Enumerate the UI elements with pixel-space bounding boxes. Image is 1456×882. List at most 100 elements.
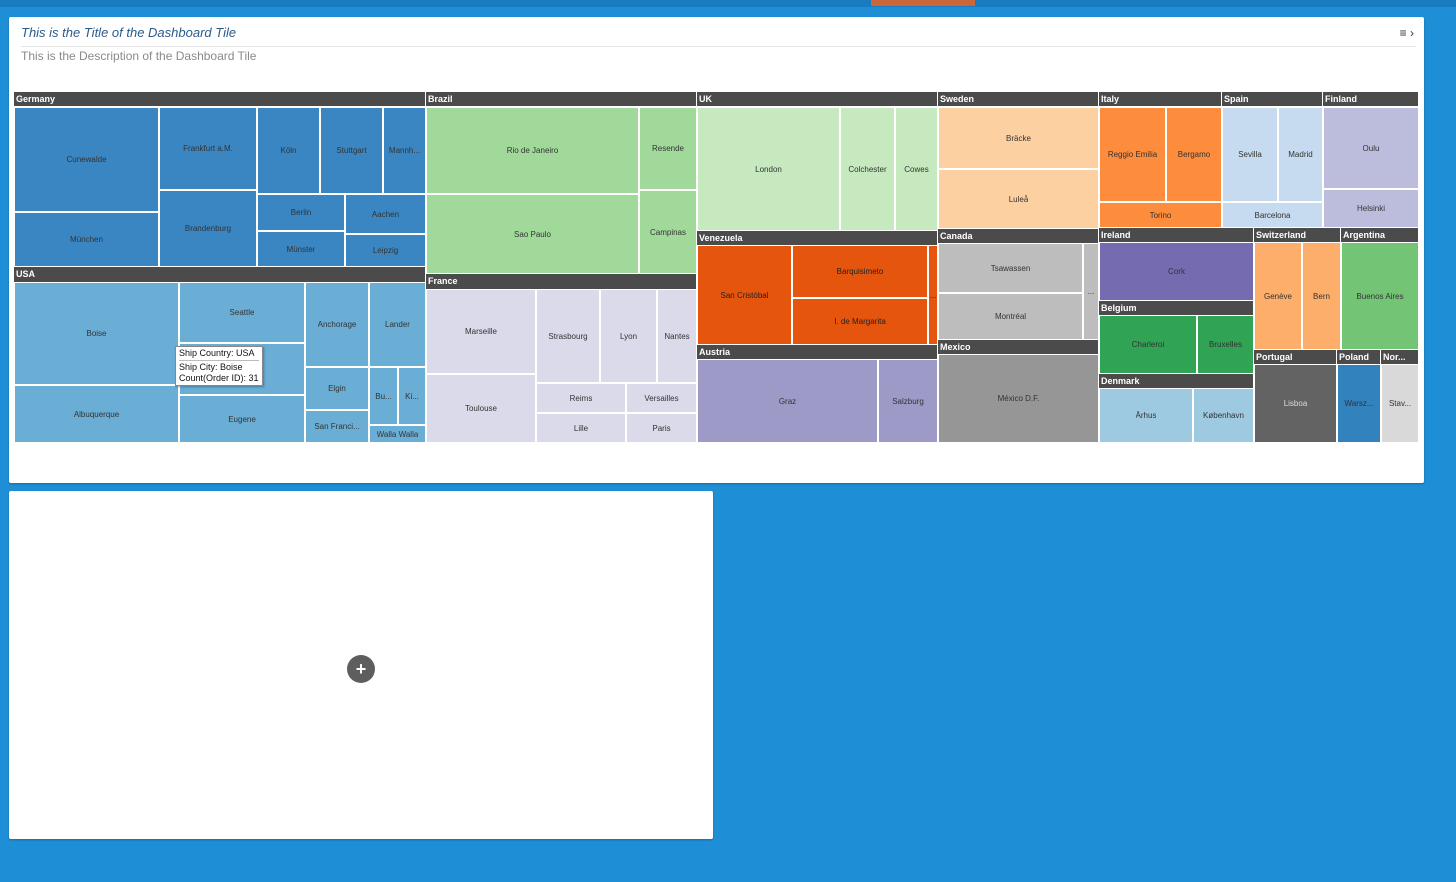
treemap-cell-arhus[interactable]: Århus	[1099, 388, 1193, 443]
treemap-group-header-canada[interactable]: Canada	[938, 229, 1099, 243]
treemap-cell-madrid[interactable]: Madrid	[1278, 107, 1323, 202]
treemap-cell-oulu[interactable]: Oulu	[1323, 107, 1419, 189]
treemap-group-header-finland[interactable]: Finland	[1323, 92, 1419, 106]
treemap-cell-sao-paulo[interactable]: Sao Paulo	[426, 194, 639, 274]
treemap-cell-i-de-margarita[interactable]: I. de Margarita	[792, 298, 928, 345]
treemap-group-header-belgium[interactable]: Belgium	[1099, 301, 1254, 315]
treemap-cell-eugene[interactable]: Eugene	[179, 395, 305, 443]
treemap-cell-lyon[interactable]: Lyon	[600, 289, 657, 383]
treemap-cell-lille[interactable]: Lille	[536, 413, 626, 443]
treemap-cell-san-franci[interactable]: San Franci...	[305, 410, 369, 443]
treemap-cell-frankfurt-a-m[interactable]: Frankfurt a.M.	[159, 107, 257, 190]
treemap-cell-resende[interactable]: Resende	[639, 107, 697, 190]
treemap-cell-anchorage[interactable]: Anchorage	[305, 282, 369, 367]
treemap-cell-leipzig[interactable]: Leipzig	[345, 234, 426, 267]
treemap-cell-elgin[interactable]: Elgin	[305, 367, 369, 410]
treemap-cell-label: Sao Paulo	[514, 229, 551, 239]
treemap-cell-label: Lander	[385, 320, 410, 329]
treemap-group-header-spain[interactable]: Spain	[1222, 92, 1323, 106]
treemap-cell-stuttgart[interactable]: Stuttgart	[320, 107, 383, 194]
treemap-cell-nantes[interactable]: Nantes	[657, 289, 697, 383]
treemap-cell-lander[interactable]: Lander	[369, 282, 426, 367]
treemap-cell-bu[interactable]: Bu...	[369, 367, 398, 425]
treemap-group-header-venezuela[interactable]: Venezuela	[697, 231, 938, 245]
treemap-cell-stav[interactable]: Stav...	[1381, 364, 1419, 443]
treemap-cell-reggio-emilia[interactable]: Reggio Emilia	[1099, 107, 1166, 202]
treemap-cell-boise[interactable]: Boise	[14, 282, 179, 385]
treemap-group-header-argentina[interactable]: Argentina	[1341, 228, 1419, 242]
treemap-group-header-brazil[interactable]: Brazil	[426, 92, 697, 106]
treemap-cell-san-cristobal[interactable]: San Cristóbal	[697, 245, 792, 345]
treemap-cell-rio-de-janeiro[interactable]: Rio de Janeiro	[426, 107, 639, 194]
treemap-group-header-portugal[interactable]: Portugal	[1254, 350, 1337, 364]
treemap-cell-mexico-d-f[interactable]: México D.F.	[938, 354, 1099, 443]
treemap-cell-munchen[interactable]: München	[14, 212, 159, 267]
treemap-cell-cowes[interactable]: Cowes	[895, 107, 938, 231]
treemap-group-header-usa[interactable]: USA	[14, 267, 426, 282]
treemap-group-header-poland[interactable]: Poland	[1337, 350, 1381, 364]
treemap-cell-bergamo[interactable]: Bergamo	[1166, 107, 1222, 202]
treemap-cell-colchester[interactable]: Colchester	[840, 107, 895, 231]
treemap-cell-strasbourg[interactable]: Strasbourg	[536, 289, 600, 383]
hamburger-icon[interactable]: ≡	[1400, 26, 1407, 40]
treemap-cell-ki[interactable]: Ki...	[398, 367, 426, 425]
treemap-cell-torino[interactable]: Torino	[1099, 202, 1222, 228]
treemap-group-header-uk[interactable]: UK	[697, 92, 938, 106]
treemap-cell-albuquerque[interactable]: Albuquerque	[14, 385, 179, 443]
treemap-cell-marseille[interactable]: Marseille	[426, 289, 536, 374]
treemap-group-header-denmark[interactable]: Denmark	[1099, 374, 1254, 388]
treemap-cell-warsz[interactable]: Warsz...	[1337, 364, 1381, 443]
treemap-cell-cunewalde[interactable]: Cunewalde	[14, 107, 159, 212]
treemap-group-header-ireland[interactable]: Ireland	[1099, 228, 1254, 242]
chevron-right-icon[interactable]: ›	[1410, 26, 1414, 40]
treemap-cell-bracke[interactable]: Bräcke	[938, 107, 1099, 169]
treemap-group-header-austria[interactable]: Austria	[697, 345, 938, 359]
treemap-cell-buenos-aires[interactable]: Buenos Aires	[1341, 242, 1419, 350]
treemap-cell-more[interactable]: ...	[928, 245, 938, 345]
treemap-cell-paris[interactable]: Paris	[626, 413, 697, 443]
treemap-cell-bruxelles[interactable]: Bruxelles	[1197, 315, 1254, 374]
treemap-cell-toulouse[interactable]: Toulouse	[426, 374, 536, 443]
treemap-cell-brandenburg[interactable]: Brandenburg	[159, 190, 257, 267]
treemap-cell-barcelona[interactable]: Barcelona	[1222, 202, 1323, 228]
treemap-cell-graz[interactable]: Graz	[697, 359, 878, 443]
treemap-group-header-germany[interactable]: Germany	[14, 92, 426, 106]
treemap-cell-helsinki[interactable]: Helsinki	[1323, 189, 1419, 228]
treemap-cell-more[interactable]: ...	[1083, 243, 1099, 340]
treemap-group-header-italy[interactable]: Italy	[1099, 92, 1222, 106]
treemap-cell-campinas[interactable]: Campinas	[639, 190, 697, 274]
treemap-cell-aachen[interactable]: Aachen	[345, 194, 426, 234]
treemap-cell-salzburg[interactable]: Salzburg	[878, 359, 938, 443]
treemap-cell-lulea[interactable]: Luleå	[938, 169, 1099, 229]
treemap-group-header-france[interactable]: France	[426, 274, 697, 289]
treemap-cell-k-benhavn[interactable]: København	[1193, 388, 1254, 443]
treemap-cell-cork[interactable]: Cork	[1099, 242, 1254, 301]
treemap-cell-montreal[interactable]: Montréal	[938, 293, 1083, 340]
treemap-cell-bern[interactable]: Bern	[1302, 242, 1341, 350]
treemap-cell-berlin[interactable]: Berlin	[257, 194, 345, 231]
treemap-cell-mannh[interactable]: Mannh...	[383, 107, 426, 194]
tooltip-city-value: Boise	[220, 362, 243, 372]
treemap-cell-munster[interactable]: Münster	[257, 231, 345, 267]
treemap-cell-koln[interactable]: Köln	[257, 107, 320, 194]
plus-circle-icon[interactable]: +	[347, 655, 375, 683]
treemap-group-header-mexico[interactable]: Mexico	[938, 340, 1099, 354]
treemap-cell-sevilla[interactable]: Sevilla	[1222, 107, 1278, 202]
treemap-group-header-switzerland[interactable]: Switzerland	[1254, 228, 1341, 242]
treemap-cell-walla-walla[interactable]: Walla Walla	[369, 425, 426, 443]
treemap-cell-reims[interactable]: Reims	[536, 383, 626, 413]
treemap-cell-london[interactable]: London	[697, 107, 840, 231]
treemap-cell-versailles[interactable]: Versailles	[626, 383, 697, 413]
treemap-cell-label: Ki...	[405, 391, 419, 401]
tile-menu[interactable]: ≡ ›	[1400, 26, 1414, 40]
treemap-group-header-sweden[interactable]: Sweden	[938, 92, 1099, 106]
treemap-cell-tsawassen[interactable]: Tsawassen	[938, 243, 1083, 293]
treemap-cell-label: Seattle	[229, 308, 255, 317]
treemap-cell-label: México D.F.	[997, 394, 1040, 403]
treemap-cell-seattle[interactable]: Seattle	[179, 282, 305, 343]
treemap-cell-barquisimeto[interactable]: Barquisimeto	[792, 245, 928, 298]
treemap-cell-lisboa[interactable]: Lisboa	[1254, 364, 1337, 443]
treemap-cell-geneve[interactable]: Genève	[1254, 242, 1302, 350]
treemap-group-header-nor[interactable]: Nor...	[1381, 350, 1419, 364]
treemap-cell-charleroi[interactable]: Charleroi	[1099, 315, 1197, 374]
